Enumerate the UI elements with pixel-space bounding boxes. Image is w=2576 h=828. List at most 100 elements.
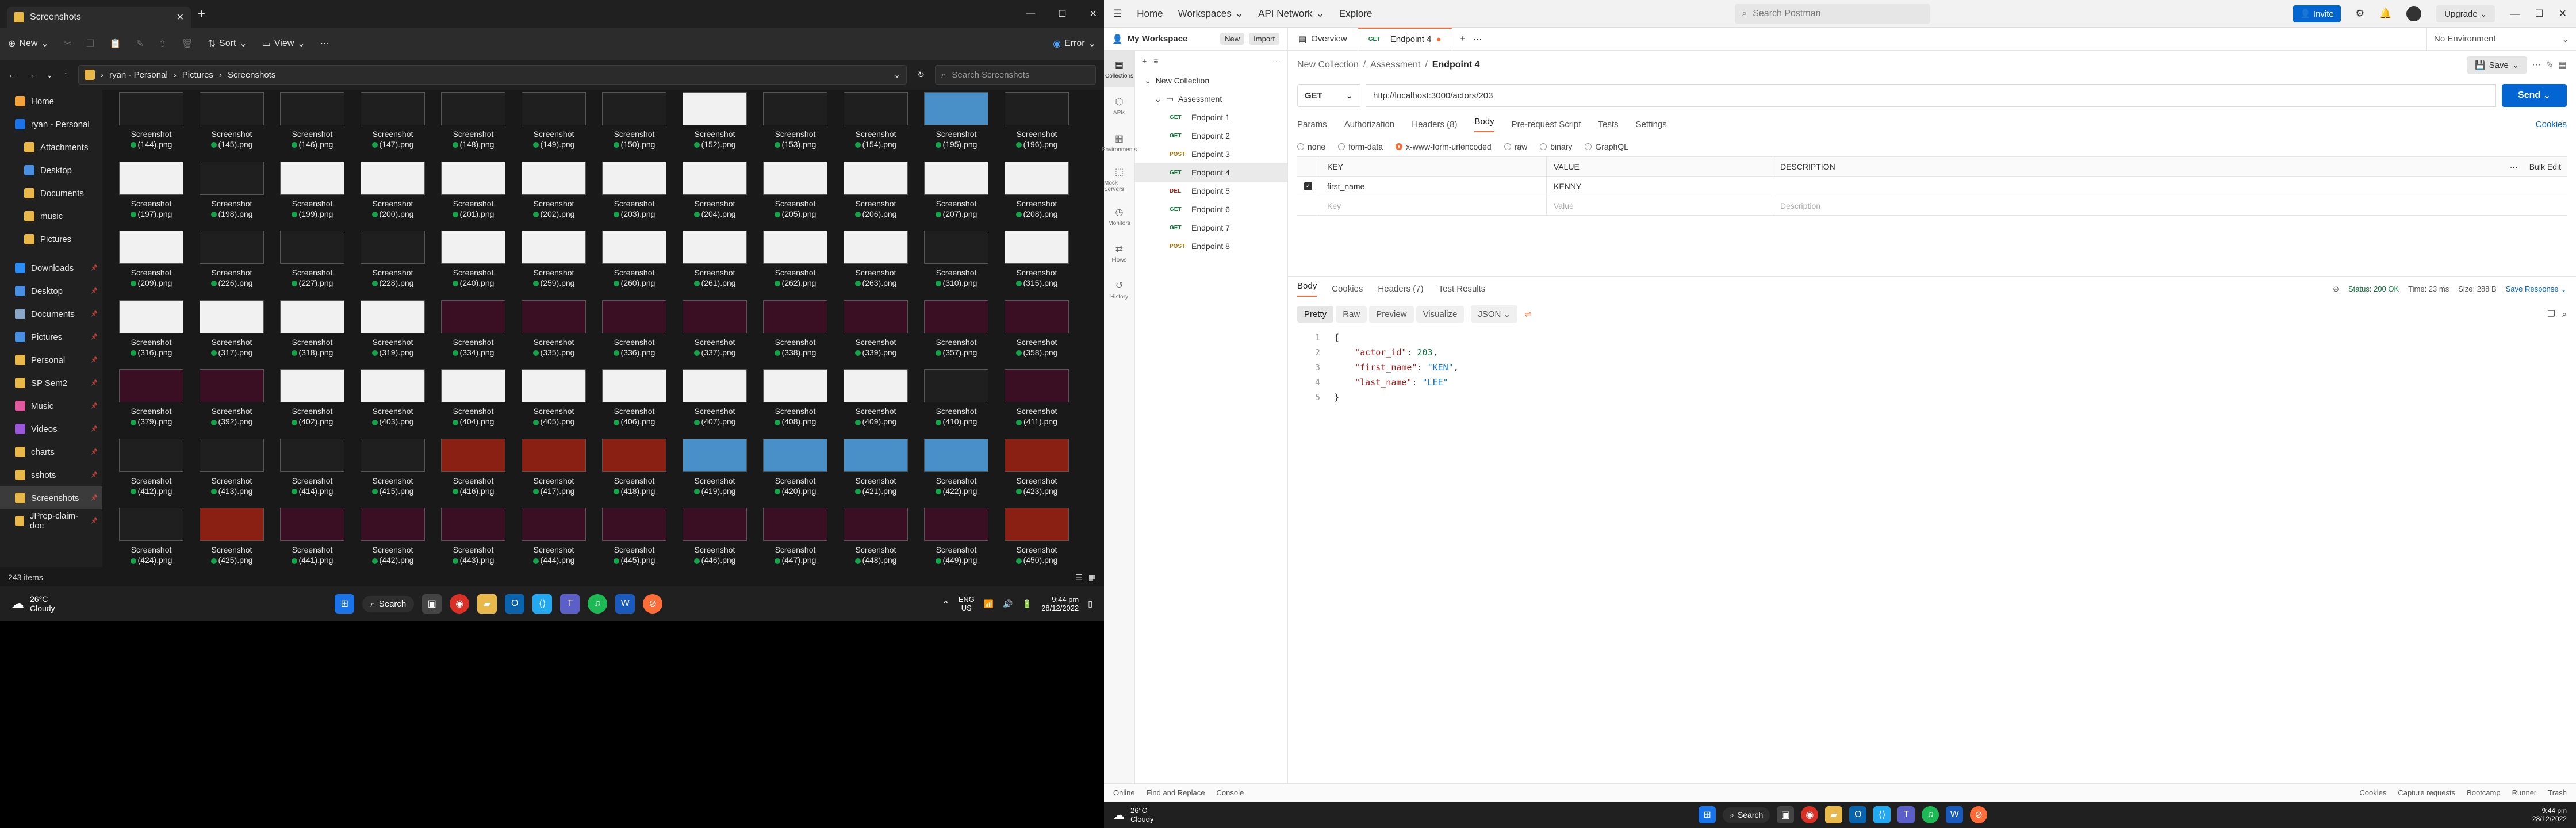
row-checkbox[interactable]: ✓: [1304, 182, 1312, 190]
file-item[interactable]: Screenshot (379).png: [115, 369, 187, 431]
file-item[interactable]: Screenshot (442).png: [356, 508, 429, 569]
view-mode-visualize[interactable]: Visualize: [1416, 305, 1465, 323]
file-item[interactable]: Screenshot (404).png: [437, 369, 509, 431]
tree-endpoint[interactable]: GET Endpoint 1: [1135, 108, 1287, 126]
body-mode-binary[interactable]: binary: [1540, 142, 1572, 151]
tree-endpoint[interactable]: GET Endpoint 6: [1135, 200, 1287, 218]
taskbar-search[interactable]: ⌕ Search: [362, 595, 415, 612]
footer-find-and-replace[interactable]: Find and Replace: [1147, 788, 1205, 797]
bulk-edit-button[interactable]: Bulk Edit: [2524, 162, 2567, 171]
file-item[interactable]: Screenshot (446).png: [678, 508, 751, 569]
file-item[interactable]: Screenshot (406).png: [598, 369, 670, 431]
file-item[interactable]: Screenshot (338).png: [759, 300, 831, 362]
tree-endpoint[interactable]: POST Endpoint 8: [1135, 237, 1287, 255]
sort-button[interactable]: ⇅ Sort ⌄: [208, 38, 247, 49]
resp-tab-body[interactable]: Body: [1297, 281, 1317, 297]
tree-collection[interactable]: ⌄ New Collection: [1135, 71, 1287, 90]
clock[interactable]: 9:44 pm 28/12/2022: [1041, 595, 1079, 612]
avatar[interactable]: [2406, 6, 2422, 21]
footer-console[interactable]: Console: [1216, 788, 1244, 797]
file-item[interactable]: Screenshot (318).png: [276, 300, 348, 362]
tab-endpoint-4[interactable]: GET Endpoint 4 ●: [1358, 28, 1452, 50]
tree-folder[interactable]: ⌄ ▭ Assessment: [1135, 90, 1287, 108]
more-tabs-icon[interactable]: ···: [1473, 34, 1482, 44]
edit-icon[interactable]: ✎: [2546, 59, 2553, 71]
file-item[interactable]: Screenshot (443).png: [437, 508, 509, 569]
file-item[interactable]: Screenshot (207).png: [920, 161, 992, 223]
file-item[interactable]: Screenshot (392).png: [195, 369, 268, 431]
minimize-icon[interactable]: —: [1026, 9, 1035, 19]
postman-icon[interactable]: ⊘: [1970, 806, 1988, 823]
file-item[interactable]: Screenshot (199).png: [276, 161, 348, 223]
start-icon[interactable]: ⊞: [335, 594, 355, 614]
more-icon[interactable]: ···: [1272, 56, 1281, 66]
quick-access-item[interactable]: Documents 📌: [0, 302, 102, 325]
file-item[interactable]: Screenshot (145).png: [195, 92, 268, 154]
chevron-up-icon[interactable]: ⌃: [942, 599, 949, 609]
wifi-icon[interactable]: 📶: [984, 599, 994, 609]
file-item[interactable]: Screenshot (425).png: [195, 508, 268, 569]
quick-access-item[interactable]: Desktop 📌: [0, 279, 102, 302]
file-item[interactable]: Screenshot (414).png: [276, 438, 348, 500]
file-item[interactable]: Screenshot (154).png: [839, 92, 912, 154]
save-button[interactable]: 💾 Save ⌄: [2467, 56, 2528, 74]
new-button[interactable]: New: [1220, 33, 1245, 45]
file-item[interactable]: Screenshot (424).png: [115, 508, 187, 569]
more-icon[interactable]: ···: [2532, 60, 2541, 70]
breadcrumb-item[interactable]: Pictures: [182, 70, 213, 80]
breadcrumb-item[interactable]: ryan - Personal: [109, 70, 168, 80]
chrome-icon[interactable]: ◉: [450, 594, 470, 614]
forward-icon[interactable]: →: [27, 70, 36, 80]
import-button[interactable]: Import: [1249, 33, 1279, 45]
body-mode-raw[interactable]: raw: [1504, 142, 1527, 151]
close-tab-icon[interactable]: ✕: [177, 12, 184, 23]
nav-item-1[interactable]: ryan - Personal: [0, 113, 102, 136]
breadcrumb-item[interactable]: Screenshots: [228, 70, 275, 80]
menu-api-network[interactable]: API Network ⌄: [1258, 8, 1324, 20]
send-button[interactable]: Send ⌄: [2502, 84, 2567, 107]
file-item[interactable]: Screenshot (405).png: [518, 369, 590, 431]
file-item[interactable]: Screenshot (144).png: [115, 92, 187, 154]
menu-workspaces[interactable]: Workspaces ⌄: [1178, 8, 1243, 20]
view-mode-pretty[interactable]: Pretty: [1297, 305, 1334, 323]
maximize-icon[interactable]: ☐: [2535, 8, 2543, 20]
history-chevron-icon[interactable]: ⌄: [46, 70, 53, 80]
file-item[interactable]: Screenshot (202).png: [518, 161, 590, 223]
workspace-name[interactable]: My Workspace: [1128, 34, 1188, 44]
more-icon[interactable]: ···: [320, 39, 329, 49]
file-item[interactable]: Screenshot (206).png: [839, 161, 912, 223]
tab-pre-request-script[interactable]: Pre-request Script: [1512, 120, 1581, 129]
copy-icon[interactable]: ❐: [86, 38, 94, 49]
tree-endpoint[interactable]: DEL Endpoint 5: [1135, 182, 1287, 200]
invite-button[interactable]: 👤 Invite: [2293, 5, 2341, 22]
quick-access-item[interactable]: sshots 📌: [0, 463, 102, 486]
resp-tab-test-results[interactable]: Test Results: [1439, 284, 1486, 294]
quick-access-item[interactable]: JPrep-claim-doc 📌: [0, 509, 102, 532]
quick-access-item[interactable]: Personal 📌: [0, 348, 102, 371]
tab-settings[interactable]: Settings: [1636, 120, 1667, 129]
file-item[interactable]: Screenshot (195).png: [920, 92, 992, 154]
file-item[interactable]: Screenshot (334).png: [437, 300, 509, 362]
explorer-icon[interactable]: ▰: [1825, 806, 1843, 823]
file-item[interactable]: Screenshot (410).png: [920, 369, 992, 431]
nav-item-3[interactable]: Desktop: [0, 159, 102, 182]
file-item[interactable]: Screenshot (201).png: [437, 161, 509, 223]
footer-cookies[interactable]: Cookies: [2359, 788, 2386, 797]
file-item[interactable]: Screenshot (421).png: [839, 438, 912, 500]
outlook-icon[interactable]: O: [1849, 806, 1867, 823]
file-item[interactable]: Screenshot (416).png: [437, 438, 509, 500]
file-item[interactable]: Screenshot (315).png: [1000, 231, 1073, 292]
postman-search[interactable]: ⌕ Search Postman: [1735, 3, 1931, 24]
file-item[interactable]: Screenshot (196).png: [1000, 92, 1073, 154]
maximize-icon[interactable]: ☐: [1058, 8, 1066, 20]
thumbnail-view-icon[interactable]: ▦: [1088, 573, 1096, 582]
upgrade-button[interactable]: Upgrade ⌄: [2436, 5, 2496, 22]
kv-key-placeholder[interactable]: Key: [1320, 196, 1547, 215]
tab-headers-8-[interactable]: Headers (8): [1412, 120, 1457, 129]
vscode-icon[interactable]: ⟨⟩: [532, 594, 553, 614]
close-icon[interactable]: ✕: [2559, 8, 2567, 20]
spotify-icon[interactable]: ♫: [588, 594, 608, 614]
file-item[interactable]: Screenshot (198).png: [195, 161, 268, 223]
file-item[interactable]: Screenshot (408).png: [759, 369, 831, 431]
file-item[interactable]: Screenshot (418).png: [598, 438, 670, 500]
